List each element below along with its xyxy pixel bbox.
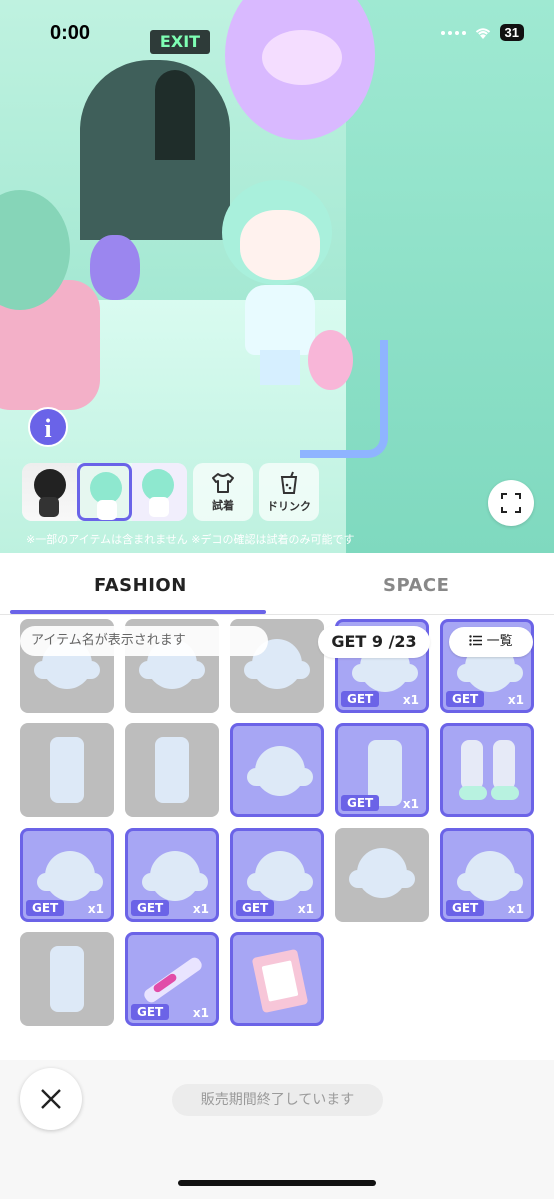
signal-icon: [440, 30, 466, 35]
pink-bunny: [308, 330, 353, 390]
tab-bar: FASHION SPACE: [0, 553, 554, 615]
item-illustration: [255, 746, 305, 796]
quantity-label: x1: [402, 797, 419, 811]
item-illustration: [491, 786, 519, 800]
quantity-label: x1: [87, 902, 104, 916]
info-button[interactable]: i: [28, 407, 68, 447]
item-cell[interactable]: [230, 932, 324, 1026]
close-icon: [41, 1089, 61, 1109]
drink-button[interactable]: ドリンク: [259, 463, 319, 521]
item-cell[interactable]: [230, 723, 324, 817]
item-cell[interactable]: [125, 723, 219, 817]
list-label: 一覧: [486, 634, 513, 649]
item-cell[interactable]: GET x1: [335, 723, 429, 817]
drink-label: ドリンク: [267, 499, 311, 513]
get-badge: GET: [26, 900, 65, 916]
info-icon: i: [44, 414, 52, 443]
item-illustration: [255, 851, 305, 901]
notice-text: ※一部のアイテムは含まれません ※デコの確認は試着のみ可能です: [26, 533, 355, 546]
try-on-label: 試着: [212, 498, 234, 512]
item-illustration: [150, 851, 200, 901]
item-cell[interactable]: GET x1: [125, 828, 219, 922]
get-badge: GET: [446, 691, 485, 707]
item-illustration: [50, 946, 84, 1012]
item-illustration: [459, 786, 487, 800]
avatar-thumbnail-group: [22, 463, 187, 521]
quantity-label: x1: [507, 902, 524, 916]
right-wall: [346, 0, 554, 553]
home-indicator: [178, 1180, 376, 1186]
drink-icon: [280, 471, 298, 494]
tab-space[interactable]: SPACE: [383, 575, 449, 596]
item-cell[interactable]: [440, 723, 534, 817]
quantity-label: x1: [192, 902, 209, 916]
fullscreen-button[interactable]: [488, 480, 534, 526]
avatar-body: [245, 285, 315, 355]
avatar-face: [240, 210, 320, 280]
bear-face: [262, 30, 342, 85]
try-on-button[interactable]: 試着: [193, 463, 253, 521]
quantity-label: x1: [507, 693, 524, 707]
avatar-thumbnail-2-selected[interactable]: [77, 463, 132, 521]
item-illustration: [45, 851, 95, 901]
tab-divider: [0, 614, 554, 615]
tab-fashion[interactable]: FASHION: [94, 575, 187, 596]
quantity-label: x1: [297, 902, 314, 916]
hallway-door: [155, 70, 195, 160]
item-cell[interactable]: [335, 828, 429, 922]
item-cell[interactable]: [20, 723, 114, 817]
avatar-legs: [260, 350, 300, 385]
battery-icon: 31: [499, 24, 524, 41]
sale-status: 販売期間終了しています: [172, 1084, 383, 1116]
shirt-icon: [212, 472, 234, 493]
item-illustration: [461, 740, 483, 790]
get-counter: GET 9 /23: [318, 626, 430, 658]
avatar-selector: 試着 ドリンク: [22, 463, 319, 521]
get-badge: GET: [131, 1004, 170, 1020]
wifi-icon: [475, 27, 490, 39]
list-icon: [469, 635, 483, 646]
item-illustration: [493, 740, 515, 790]
avatar-thumbnail-1[interactable]: [22, 463, 77, 521]
item-illustration: [357, 848, 407, 898]
quantity-label: x1: [192, 1006, 209, 1020]
status-icons: 31: [440, 24, 524, 41]
get-badge: GET: [446, 900, 485, 916]
item-illustration: [155, 737, 189, 803]
item-cell[interactable]: GET x1: [20, 828, 114, 922]
quantity-label: x1: [402, 693, 419, 707]
get-badge: GET: [236, 900, 275, 916]
exit-sign: EXIT: [150, 30, 210, 54]
purple-cat: [90, 235, 140, 300]
bottom-bar: [0, 1060, 554, 1199]
item-cell[interactable]: [20, 932, 114, 1026]
expand-icon: [501, 493, 521, 513]
status-time: 0:00: [50, 22, 91, 44]
get-badge: GET: [341, 691, 380, 707]
get-badge: GET: [341, 795, 380, 811]
avatar-thumbnail-3[interactable]: [132, 463, 187, 521]
item-cell[interactable]: GET x1: [125, 932, 219, 1026]
item-cell[interactable]: GET x1: [440, 828, 534, 922]
list-button[interactable]: 一覧: [449, 627, 533, 657]
close-button[interactable]: [20, 1068, 82, 1130]
get-badge: GET: [131, 900, 170, 916]
item-illustration: [50, 737, 84, 803]
item-name-field: アイテム名が表示されます: [20, 626, 268, 656]
item-illustration: [465, 851, 515, 901]
item-cell[interactable]: GET x1: [230, 828, 324, 922]
